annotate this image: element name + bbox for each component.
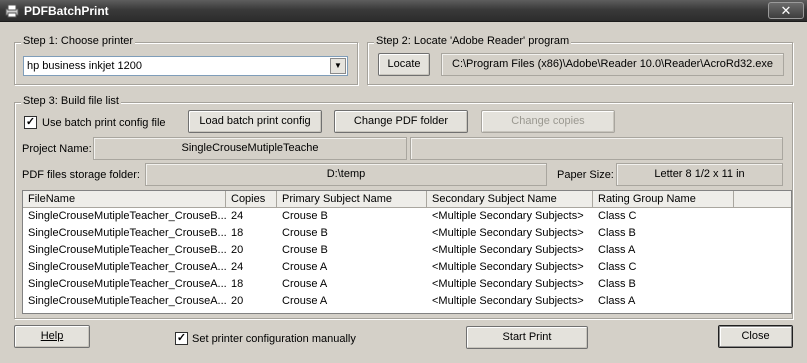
storage-folder-field: D:\temp (145, 163, 547, 186)
file-list-table[interactable]: FileName Copies Primary Subject Name Sec… (22, 190, 792, 314)
cell-primary-subject: Crouse A (282, 261, 328, 273)
storage-folder-label: PDF files storage folder: (22, 169, 140, 181)
help-button[interactable]: Help (14, 325, 90, 348)
cell-copies: 20 (231, 295, 244, 307)
cell-rating-group: Class A (598, 295, 636, 307)
title-bar[interactable]: PDFBatchPrint ✕ (0, 0, 807, 22)
start-print-button[interactable]: Start Print (466, 326, 588, 349)
table-row[interactable]: SingleCrouseMutipleTeacher_CrouseA... 20… (23, 293, 791, 310)
table-row[interactable]: SingleCrouseMutipleTeacher_CrouseB... 18… (23, 225, 791, 242)
close-icon: ✕ (780, 3, 792, 18)
cell-copies: 18 (231, 227, 244, 239)
cell-primary-subject: Crouse A (282, 295, 328, 307)
locate-button[interactable]: Locate (378, 53, 430, 76)
step2-legend: Step 2: Locate 'Adobe Reader' program (374, 35, 572, 47)
use-config-checkbox[interactable]: ✓ (24, 116, 37, 129)
cell-filename: SingleCrouseMutipleTeacher_CrouseA... (28, 278, 226, 290)
column-header-filename[interactable]: FileName (23, 191, 226, 208)
step1-legend: Step 1: Choose printer (21, 35, 136, 47)
window-title: PDFBatchPrint (24, 4, 109, 18)
cell-copies: 20 (231, 244, 244, 256)
column-header-primary-subject[interactable]: Primary Subject Name (277, 191, 427, 208)
paper-size-label: Paper Size: (557, 169, 614, 181)
change-pdf-folder-button[interactable]: Change PDF folder (334, 110, 468, 133)
step3-legend: Step 3: Build file list (21, 95, 121, 107)
cell-rating-group: Class C (598, 210, 637, 222)
column-header-copies[interactable]: Copies (226, 191, 277, 208)
use-config-label[interactable]: Use batch print config file (42, 117, 166, 129)
cell-filename: SingleCrouseMutipleTeacher_CrouseA... (28, 295, 226, 307)
cell-secondary-subject: <Multiple Secondary Subjects> (432, 244, 584, 256)
table-row[interactable]: SingleCrouseMutipleTeacher_CrouseB... 24… (23, 208, 791, 225)
cell-primary-subject: Crouse B (282, 244, 328, 256)
cell-copies: 24 (231, 210, 244, 222)
project-name-label: Project Name: (22, 143, 92, 155)
manual-config-checkbox[interactable]: ✓ (175, 332, 188, 345)
column-header-secondary-subject[interactable]: Secondary Subject Name (427, 191, 593, 208)
cell-rating-group: Class A (598, 244, 636, 256)
step2-group: Step 2: Locate 'Adobe Reader' program Lo… (367, 35, 793, 85)
cell-rating-group: Class B (598, 278, 636, 290)
load-config-button[interactable]: Load batch print config (188, 110, 322, 133)
reader-path-field: C:\Program Files (x86)\Adobe\Reader 10.0… (441, 53, 784, 76)
project-name-field: SingleCrouseMutipleTeache (93, 137, 407, 160)
paper-size-field: Letter 8 1/2 x 11 in (616, 163, 783, 186)
step1-group: Step 1: Choose printer hp business inkje… (14, 35, 358, 85)
app-icon (5, 4, 19, 18)
cell-secondary-subject: <Multiple Secondary Subjects> (432, 295, 584, 307)
cell-copies: 24 (231, 261, 244, 273)
printer-select-value: hp business inkjet 1200 (27, 60, 142, 72)
printer-select[interactable]: hp business inkjet 1200 ▼ (23, 56, 348, 76)
help-button-label: Help (40, 330, 64, 342)
project-extra-field (410, 137, 783, 160)
cell-rating-group: Class B (598, 227, 636, 239)
cell-primary-subject: Crouse B (282, 227, 328, 239)
cell-filename: SingleCrouseMutipleTeacher_CrouseB... (28, 210, 226, 222)
cell-secondary-subject: <Multiple Secondary Subjects> (432, 227, 584, 239)
cell-primary-subject: Crouse B (282, 210, 328, 222)
window-close-button[interactable]: ✕ (768, 2, 804, 19)
cell-filename: SingleCrouseMutipleTeacher_CrouseA... (28, 261, 226, 273)
manual-config-label[interactable]: Set printer configuration manually (192, 333, 356, 345)
cell-rating-group: Class C (598, 261, 637, 273)
close-button[interactable]: Close (718, 325, 793, 348)
column-header-rating-group[interactable]: Rating Group Name (593, 191, 734, 208)
cell-secondary-subject: <Multiple Secondary Subjects> (432, 210, 584, 222)
change-copies-button[interactable]: Change copies (481, 110, 615, 133)
table-header: FileName Copies Primary Subject Name Sec… (23, 191, 791, 208)
chevron-down-icon[interactable]: ▼ (330, 58, 346, 74)
cell-filename: SingleCrouseMutipleTeacher_CrouseB... (28, 244, 226, 256)
cell-secondary-subject: <Multiple Secondary Subjects> (432, 261, 584, 273)
table-row[interactable]: SingleCrouseMutipleTeacher_CrouseA... 18… (23, 276, 791, 293)
table-row[interactable]: SingleCrouseMutipleTeacher_CrouseB... 20… (23, 242, 791, 259)
cell-copies: 18 (231, 278, 244, 290)
cell-filename: SingleCrouseMutipleTeacher_CrouseB... (28, 227, 226, 239)
pdf-batch-print-window: PDFBatchPrint ✕ Step 1: Choose printer h… (0, 0, 807, 363)
cell-secondary-subject: <Multiple Secondary Subjects> (432, 278, 584, 290)
table-row[interactable]: SingleCrouseMutipleTeacher_CrouseA... 24… (23, 259, 791, 276)
cell-primary-subject: Crouse A (282, 278, 328, 290)
